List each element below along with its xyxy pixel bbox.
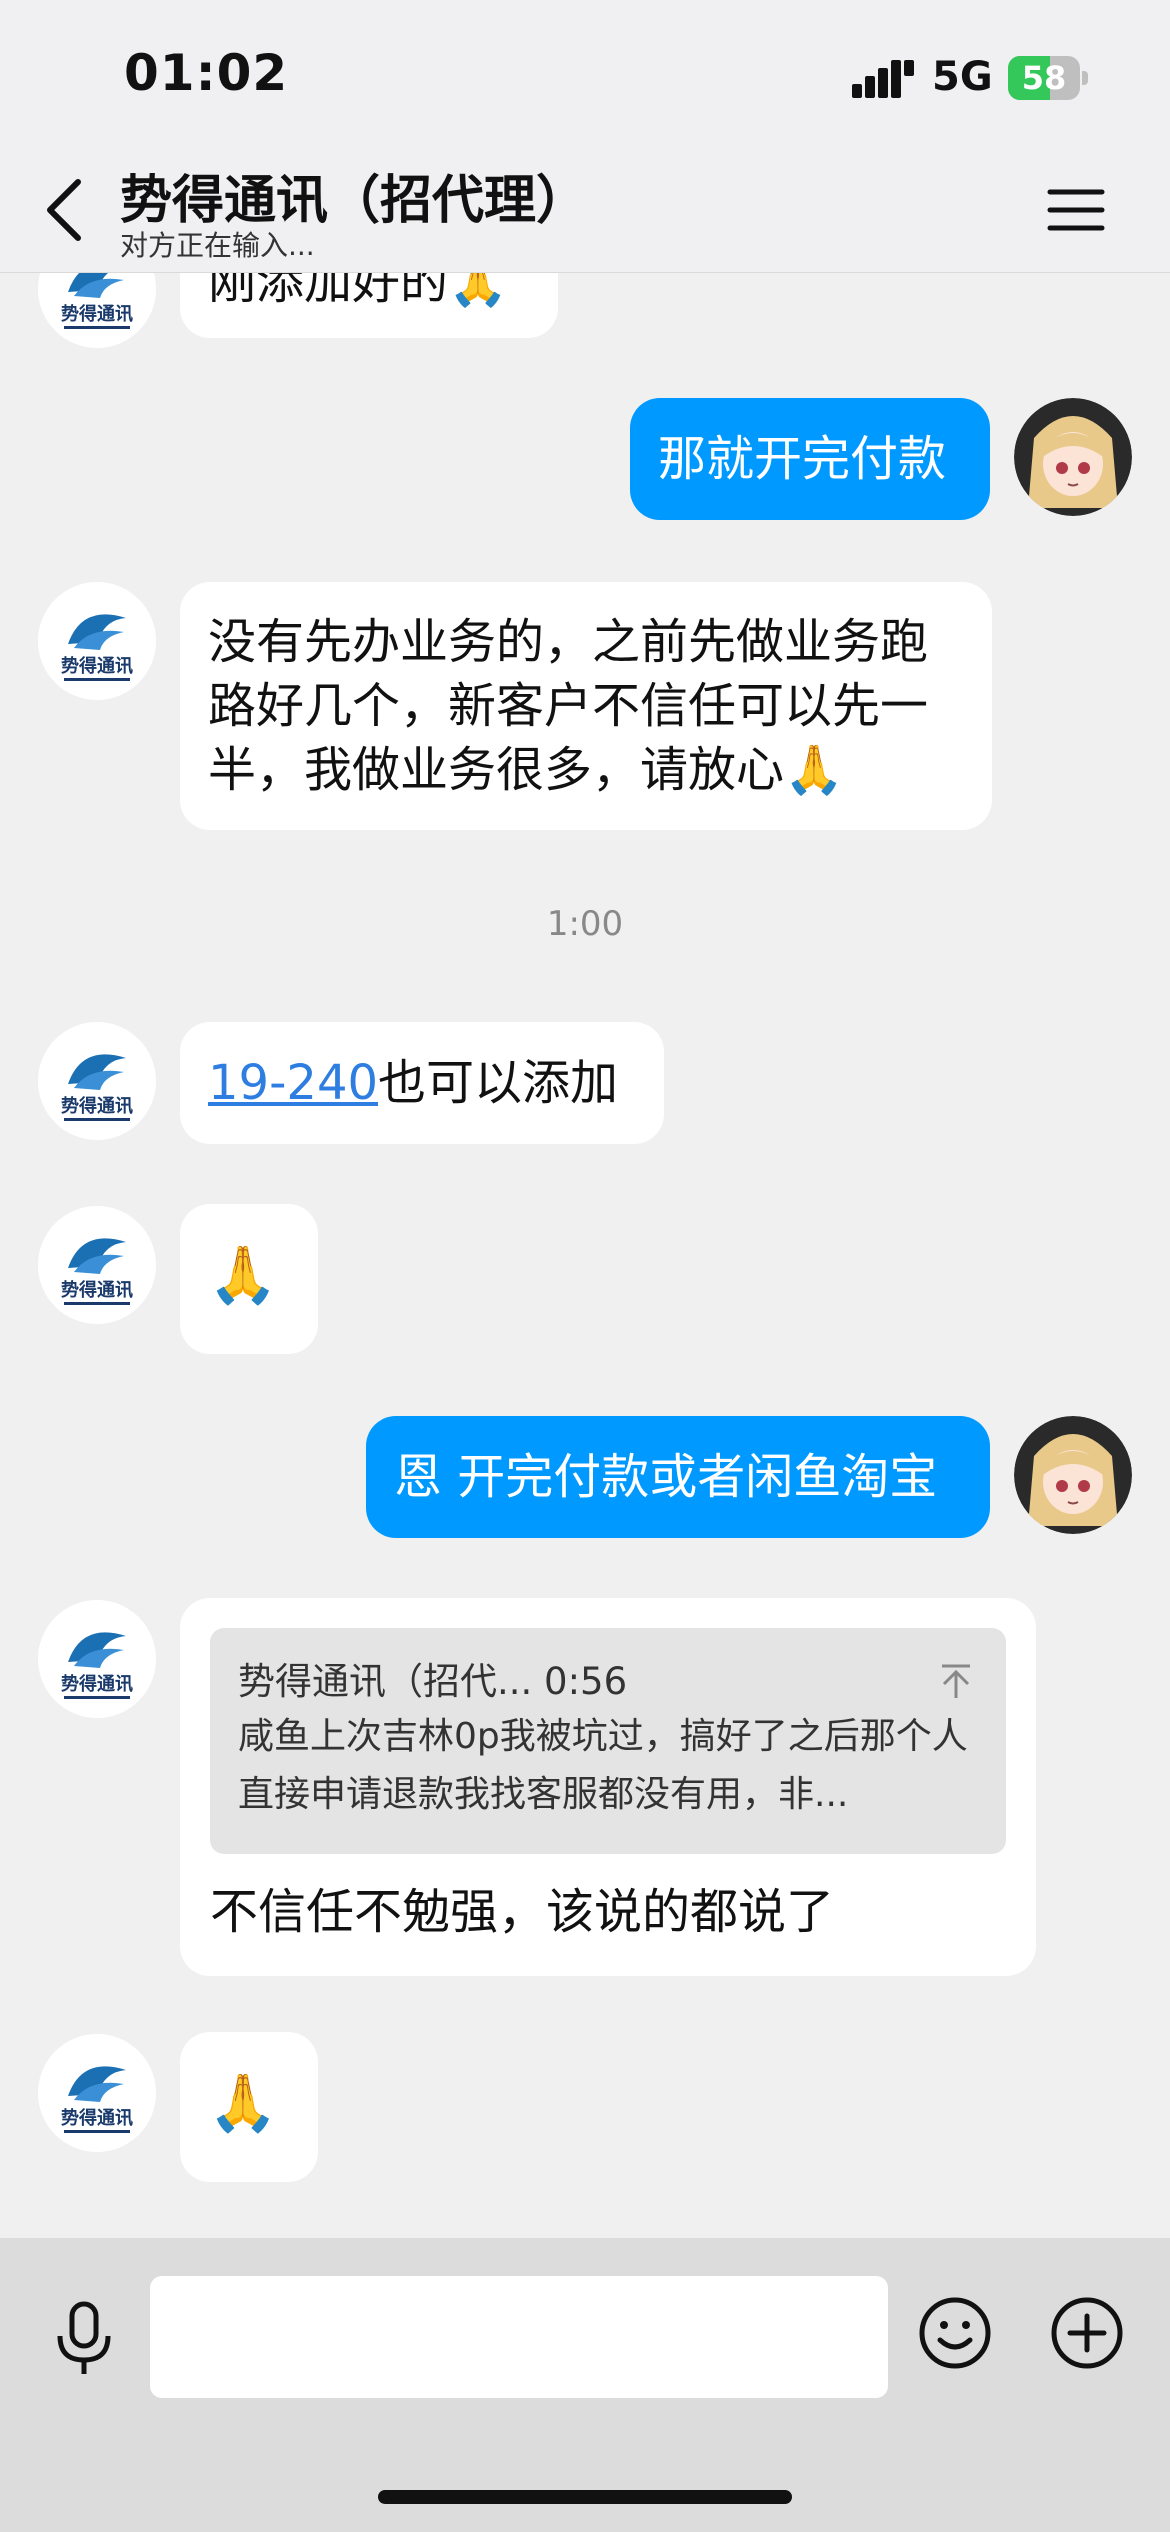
message-bubble[interactable]: 那就开完付款	[630, 398, 990, 520]
input-bar	[0, 2238, 1170, 2532]
back-icon[interactable]	[36, 170, 96, 250]
svg-text:势得通讯: 势得通讯	[61, 303, 133, 325]
emoji-icon[interactable]	[918, 2296, 992, 2370]
chat-header: 势得通讯（招代理） 对方正在输入...	[0, 150, 1170, 273]
svg-text:势得通讯: 势得通讯	[61, 1279, 133, 1301]
battery-level: 58	[1021, 59, 1067, 97]
voice-icon[interactable]	[52, 2298, 116, 2378]
svg-text:势得通讯: 势得通讯	[61, 2107, 133, 2129]
contact-avatar[interactable]: 势得通讯	[38, 582, 156, 700]
contact-avatar[interactable]: 势得通讯	[38, 272, 156, 348]
message-input[interactable]	[150, 2276, 888, 2398]
message-bubble[interactable]: 19-240也可以添加	[180, 1022, 664, 1144]
svg-text:势得通讯: 势得通讯	[61, 655, 133, 677]
message-bubble[interactable]: 势得通讯（招代... 0:56 咸鱼上次吉林0p我被坑过，搞好了之后那个人直接申…	[180, 1598, 1036, 1976]
menu-icon[interactable]	[1046, 180, 1106, 240]
time-separator: 1:00	[546, 904, 624, 944]
message-text-rest: 也可以添加	[378, 1055, 619, 1111]
message-text: 19-240也可以添加	[208, 1051, 636, 1115]
user-avatar[interactable]	[1014, 1416, 1132, 1534]
status-time: 01:02	[124, 44, 289, 102]
svg-text:势得通讯: 势得通讯	[61, 1095, 133, 1117]
quote-body: 咸鱼上次吉林0p我被坑过，搞好了之后那个人直接申请退款我找客服都没有用，非...	[238, 1716, 968, 1815]
message-bubble[interactable]: 刚添加好的🙏	[180, 272, 558, 338]
contact-avatar[interactable]: 势得通讯	[38, 1206, 156, 1324]
status-bar: 01:02 5G 58	[0, 0, 1170, 150]
quoted-message[interactable]: 势得通讯（招代... 0:56 咸鱼上次吉林0p我被坑过，搞好了之后那个人直接申…	[210, 1628, 1006, 1854]
message-bubble[interactable]: 🙏	[180, 2032, 318, 2182]
message-list[interactable]: 势得通讯 刚添加好的🙏 那就开完付款 势得通讯 没有先办业务的，之前先做业务跑路…	[0, 272, 1170, 2238]
signal-icon	[852, 60, 914, 98]
message-text: 恩 开完付款或者闲鱼淘宝	[394, 1449, 938, 1505]
message-text: 那就开完付款	[658, 431, 947, 487]
message-text: 不信任不勉强，该说的都说了	[210, 1884, 835, 1940]
chat-title[interactable]: 势得通讯（招代理）	[120, 158, 588, 233]
home-indicator	[378, 2490, 792, 2504]
svg-text:势得通讯: 势得通讯	[61, 1673, 133, 1695]
contact-avatar[interactable]: 势得通讯	[38, 1600, 156, 1718]
message-bubble[interactable]: 恩 开完付款或者闲鱼淘宝	[366, 1416, 990, 1538]
message-emoji: 🙏	[208, 1243, 278, 1308]
message-text: 刚添加好的🙏	[208, 272, 508, 310]
phone-link[interactable]: 19-240	[208, 1055, 378, 1111]
message-emoji: 🙏	[208, 2071, 278, 2136]
quote-expand-icon[interactable]	[936, 1662, 976, 1702]
user-avatar[interactable]	[1014, 398, 1132, 516]
plus-icon[interactable]	[1050, 2296, 1124, 2370]
message-bubble[interactable]: 没有先办业务的，之前先做业务跑路好几个，新客户不信任可以先一半，我做业务很多，请…	[180, 582, 992, 830]
message-bubble[interactable]: 🙏	[180, 1204, 318, 1354]
contact-avatar[interactable]: 势得通讯	[38, 2034, 156, 2152]
battery-icon: 58	[1008, 56, 1088, 100]
message-text: 没有先办业务的，之前先做业务跑路好几个，新客户不信任可以先一半，我做业务很多，请…	[208, 614, 929, 798]
network-type: 5G	[932, 54, 993, 100]
quote-header: 势得通讯（招代... 0:56	[238, 1660, 628, 1703]
contact-avatar[interactable]: 势得通讯	[38, 1022, 156, 1140]
typing-status: 对方正在输入...	[120, 229, 315, 262]
